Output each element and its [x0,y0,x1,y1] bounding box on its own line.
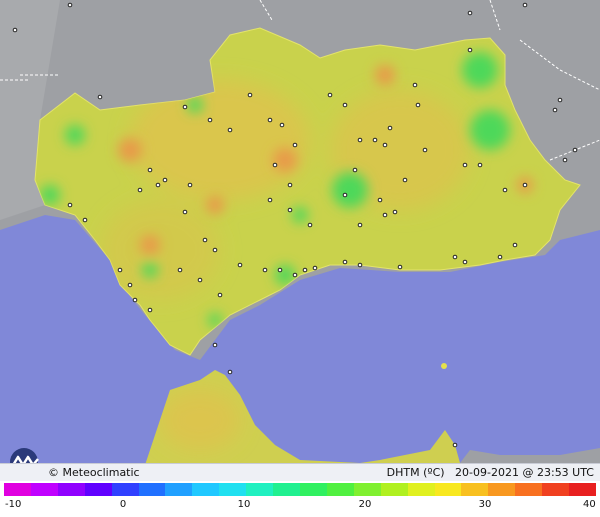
weather-map [0,0,600,481]
scale-segment [488,483,516,496]
variable-label: DHTM (ºC) [386,466,445,479]
scale-segment [569,483,596,496]
scale-segment [407,483,435,496]
scale-segment [461,483,489,496]
scale-segment [138,483,166,496]
color-scale-bar [4,483,596,496]
scale-segment [380,483,408,496]
credit-name: Meteoclimatic [62,466,140,479]
date-label: 20-09-2021 [455,466,519,479]
scale-tick: 30 [478,499,492,510]
scale-tick: 10 [237,499,251,510]
scale-segment [326,483,354,496]
scale-segment [57,483,85,496]
map-footer: © Meteoclimatic DHTM (ºC) 20-09-2021 @ 2… [0,463,600,482]
scale-tick: 40 [583,499,596,510]
scale-segment [4,483,31,496]
scale-segment [353,483,381,496]
time-label: 23:53 UTC [536,466,594,479]
scale-segment [299,483,327,496]
island [441,363,447,369]
scale-segment [165,483,193,496]
scale-segment [515,483,543,496]
scale-segment [246,483,274,496]
scale-segment [30,483,58,496]
scale-tick: 0 [119,499,127,510]
scale-segment [219,483,247,496]
scale-tick: -10 [5,499,22,510]
credit-text: © Meteoclimatic [48,466,140,479]
scale-segment [273,483,300,496]
scale-segment [192,483,220,496]
scale-tick: 20 [358,499,372,510]
map-meta: DHTM (ºC) 20-09-2021 @ 23:53 UTC [386,466,594,479]
scale-segment [84,483,112,496]
scale-segment [111,483,139,496]
scale-segment [434,483,462,496]
color-scale: -10 0 10 20 30 40 [0,481,600,517]
scale-segment [542,483,570,496]
